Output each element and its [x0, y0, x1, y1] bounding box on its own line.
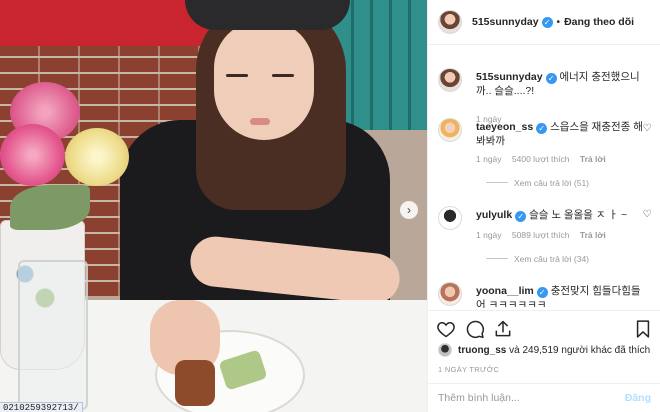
- comment-icon[interactable]: [465, 319, 485, 339]
- separator: •: [556, 16, 561, 28]
- verified-badge-icon: ✓: [536, 123, 548, 134]
- add-comment-bar: Thêm bình luận... Đăng: [428, 383, 660, 412]
- share-icon[interactable]: [493, 319, 513, 339]
- caption-username[interactable]: 515sunnyday: [476, 71, 543, 83]
- avatar[interactable]: [438, 206, 462, 230]
- like-comment-heart-icon[interactable]: ♡: [642, 124, 652, 134]
- status-url: 0210259392713/: [0, 402, 83, 412]
- eye-right: [272, 74, 294, 77]
- comment-time[interactable]: 1 ngày: [476, 154, 502, 164]
- post-timestamp[interactable]: 1 NGÀY TRƯỚC: [438, 365, 499, 374]
- post-header: 515sunnyday ✓ • Đang theo dõi: [428, 0, 660, 45]
- eye-left: [226, 74, 248, 77]
- pink-rose: [0, 124, 65, 186]
- comment-likes[interactable]: 5400 lượt thích: [512, 154, 570, 164]
- view-replies-button[interactable]: Xem câu trả lời (34): [486, 254, 589, 264]
- follow-status-button[interactable]: Đang theo dõi: [564, 16, 634, 28]
- author-username[interactable]: 515sunnyday: [472, 16, 539, 28]
- like-comment-heart-icon[interactable]: ♡: [642, 210, 652, 220]
- caption-body: 515sunnyday ✓ 에너지 충전했으니까.. 슬슬....?!: [476, 70, 646, 98]
- comment-meta: 1 ngày 5089 lượt thích Trả lời: [476, 230, 614, 240]
- verified-badge-icon: ✓: [545, 73, 557, 84]
- yellow-rose: [65, 128, 129, 186]
- verified-badge-icon: ✓: [536, 287, 548, 298]
- comment-username[interactable]: yoona__lim: [476, 285, 534, 297]
- view-replies-label: Xem câu trả lời (34): [514, 254, 590, 264]
- divider-line: [486, 258, 508, 259]
- divider-line: [486, 182, 508, 183]
- heart-icon[interactable]: [436, 319, 456, 339]
- post-photo[interactable]: › 0210259392713/: [0, 0, 427, 412]
- verified-badge-icon: ✓: [541, 16, 553, 28]
- comment-time[interactable]: 1 ngày: [476, 230, 502, 240]
- comments-list[interactable]: 515sunnyday ✓ 에너지 충전했으니까.. 슬슬....?! 1 ngà…: [428, 46, 660, 308]
- reply-button[interactable]: Trả lời: [580, 230, 606, 240]
- comment-username[interactable]: taeyeon_ss: [476, 121, 533, 133]
- likes-text: truong_ss và 249,519 người khác đã thích: [458, 345, 650, 356]
- food: [175, 360, 215, 406]
- liker-username[interactable]: truong_ss: [458, 345, 506, 356]
- leaves: [10, 185, 90, 230]
- avatar[interactable]: [438, 118, 462, 142]
- comment-text: 슬슬 노 올올올 ㅈ ㅏ ~: [529, 209, 628, 221]
- comment-input[interactable]: Thêm bình luận...: [438, 392, 520, 404]
- post-side-panel: 515sunnyday ✓ • Đang theo dõi 515sunnyda…: [427, 0, 660, 412]
- avatar[interactable]: [438, 282, 462, 306]
- gate-bars: [335, 0, 425, 130]
- next-photo-button[interactable]: ›: [400, 201, 418, 219]
- chevron-right-icon: ›: [407, 203, 411, 217]
- bookmark-icon[interactable]: [633, 319, 653, 339]
- verified-badge-icon: ✓: [515, 211, 527, 222]
- comment-body: yoona__lim ✓ 충전맞지 힘들다힘들어 ㅋㅋㅋㅋㅋㅋ: [476, 284, 646, 308]
- black-cap: [185, 0, 350, 30]
- likes-count-text[interactable]: và 249,519 người khác đã thích: [509, 345, 650, 356]
- post-comment-button[interactable]: Đăng: [625, 392, 651, 404]
- likes-summary: truong_ss và 249,519 người khác đã thích: [438, 343, 650, 357]
- post-action-bar: [428, 310, 660, 346]
- view-replies-button[interactable]: Xem câu trả lời (51): [486, 178, 589, 188]
- comment-meta: 1 ngày 5400 lượt thích Trả lời: [476, 154, 614, 164]
- reply-button[interactable]: Trả lời: [580, 154, 606, 164]
- comment-likes[interactable]: 5089 lượt thích: [512, 230, 570, 240]
- comment-body: taeyeon_ss ✓ 스읍스을 재충전종 해봐봐까: [476, 120, 646, 148]
- lips: [250, 118, 270, 125]
- avatar[interactable]: [438, 68, 462, 92]
- avatar[interactable]: [438, 343, 452, 357]
- water-glass: [18, 260, 88, 410]
- avatar[interactable]: [438, 10, 462, 34]
- view-replies-label: Xem câu trả lời (51): [514, 178, 590, 188]
- comment-username[interactable]: yulyulk: [476, 209, 512, 221]
- comment-body: yulyulk ✓ 슬슬 노 올올올 ㅈ ㅏ ~: [476, 208, 646, 222]
